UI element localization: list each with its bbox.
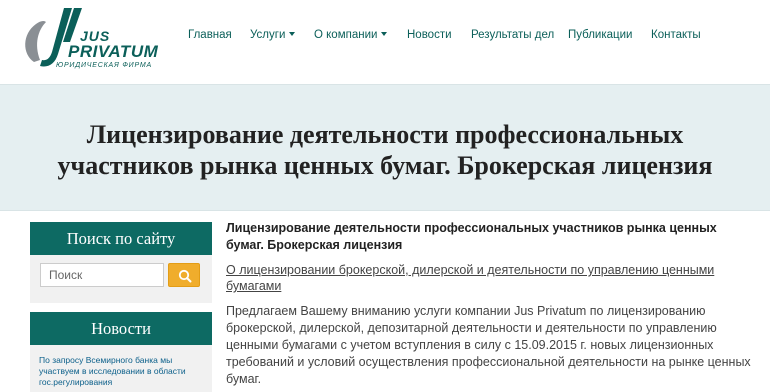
nav-item-services[interactable]: Услуги	[250, 29, 296, 41]
logo-tagline: ЮРИДИЧЕСКАЯ ФИРМА	[56, 62, 152, 69]
nav-item-news[interactable]: Новости	[407, 29, 452, 41]
nav-item-home[interactable]: Главная	[188, 29, 232, 41]
nav-item-publications[interactable]: Публикации	[568, 29, 632, 41]
nav-item-about-label: О компании	[314, 29, 378, 41]
page-banner: Лицензирование деятельности профессионал…	[0, 84, 770, 211]
news-heading: Новости	[30, 312, 212, 345]
article-title: Лицензирование деятельности профессионал…	[226, 221, 717, 252]
nav-item-contacts[interactable]: Контакты	[651, 29, 701, 41]
caret-down-icon	[381, 32, 388, 36]
news-item-link[interactable]: По запросу Всемирного банка мы участвуем…	[39, 355, 204, 388]
logo-text-privatum: PRIVATUM	[68, 42, 159, 61]
site-header: JUS PRIVATUM ЮРИДИЧЕСКАЯ ФИРМА Главная У…	[0, 0, 770, 84]
search-input[interactable]	[40, 263, 164, 287]
site-logo[interactable]: JUS PRIVATUM ЮРИДИЧЕСКАЯ ФИРМА	[20, 4, 170, 76]
article-link[interactable]: О лицензировании брокерской, дилерской и…	[226, 262, 751, 294]
nav-item-about[interactable]: О компании	[314, 29, 388, 41]
caret-down-icon	[289, 32, 296, 36]
article-paragraph: Предлагаем Вашему вниманию услуги компан…	[226, 304, 751, 386]
search-button[interactable]	[168, 263, 200, 287]
search-icon	[178, 269, 192, 283]
page-title: Лицензирование деятельности профессионал…	[57, 120, 713, 180]
nav-item-case-results[interactable]: Результаты дел	[471, 29, 554, 41]
search-heading: Поиск по сайту	[30, 222, 212, 255]
nav-item-services-label: Услуги	[250, 29, 286, 41]
